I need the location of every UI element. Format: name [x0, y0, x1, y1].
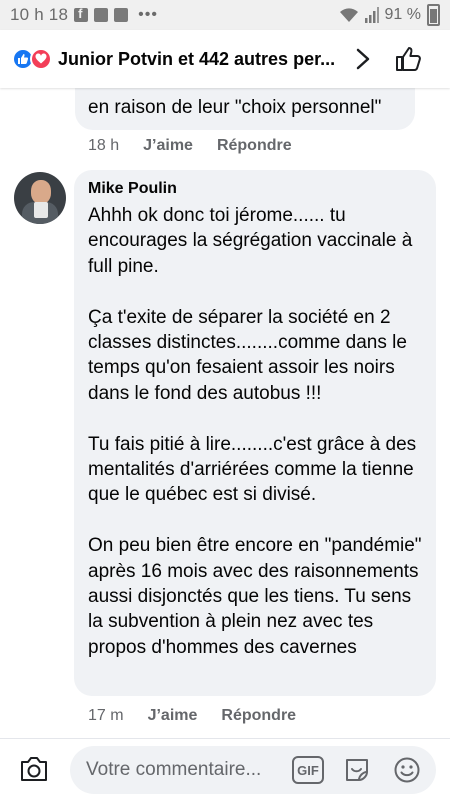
status-right: 91 % — [339, 4, 440, 26]
comment-actions: 17 m J’aime Répondre — [88, 707, 296, 725]
comment-paragraph: Ahhh ok donc toi jérome...... tu encoura… — [88, 205, 413, 277]
emoji-icon[interactable] — [392, 755, 422, 785]
avatar-card — [34, 202, 48, 218]
comment-author[interactable]: Mike Poulin — [88, 180, 177, 198]
previous-comment-actions: 18 h J’aime Répondre — [88, 137, 292, 155]
comment-body: Ahhh ok donc toi jérome...... tu encoura… — [88, 203, 428, 660]
facebook-icon — [74, 6, 89, 22]
chevron-right-icon[interactable] — [353, 47, 373, 71]
comment-composer: GIF — [0, 738, 450, 800]
reply-button[interactable]: Répondre — [221, 707, 296, 725]
comment-paragraph: On peu bien être encore en "pandémie" ap… — [88, 535, 422, 658]
previous-comment-text: en raison de leur "choix personnel" — [88, 97, 382, 118]
wifi-icon — [339, 8, 358, 22]
comment-paragraph: Tu fais pitié à lire........c'est grâce … — [88, 433, 417, 506]
previous-reply-button[interactable]: Répondre — [217, 137, 292, 155]
sticker-icon[interactable] — [342, 755, 372, 785]
thumbs-up-icon[interactable] — [393, 44, 423, 74]
comment-time: 17 m — [88, 707, 124, 724]
status-left: 10 h 18 ••• — [10, 5, 158, 25]
status-time: 10 h 18 — [10, 5, 69, 24]
previous-comment-time: 18 h — [88, 137, 120, 154]
more-notifications-icon: ••• — [138, 6, 158, 23]
reactions-header[interactable]: Junior Potvin et 442 autres per... — [0, 30, 450, 88]
reactions-summary[interactable]: Junior Potvin et 442 autres per... — [58, 49, 335, 70]
avatar-face — [31, 180, 51, 204]
reaction-icons — [12, 48, 52, 70]
signal-icon — [364, 7, 379, 23]
previous-like-button[interactable]: J’aime — [143, 137, 193, 155]
camera-icon[interactable] — [18, 754, 50, 784]
battery-percent: 91 % — [384, 6, 421, 23]
avatar[interactable] — [14, 172, 66, 224]
comment-input-wrapper: GIF — [70, 746, 436, 794]
comment-paragraph: Ça t'exite de séparer la société en 2 cl… — [88, 306, 407, 404]
mail-icon — [114, 8, 129, 22]
gallery-icon — [94, 8, 109, 22]
comment-input[interactable] — [86, 746, 286, 794]
gif-button[interactable]: GIF — [292, 756, 324, 784]
status-bar: 10 h 18 ••• 91 % — [0, 0, 450, 30]
like-button[interactable]: J’aime — [148, 707, 198, 725]
love-reaction-icon — [30, 48, 52, 70]
battery-icon — [427, 4, 440, 26]
